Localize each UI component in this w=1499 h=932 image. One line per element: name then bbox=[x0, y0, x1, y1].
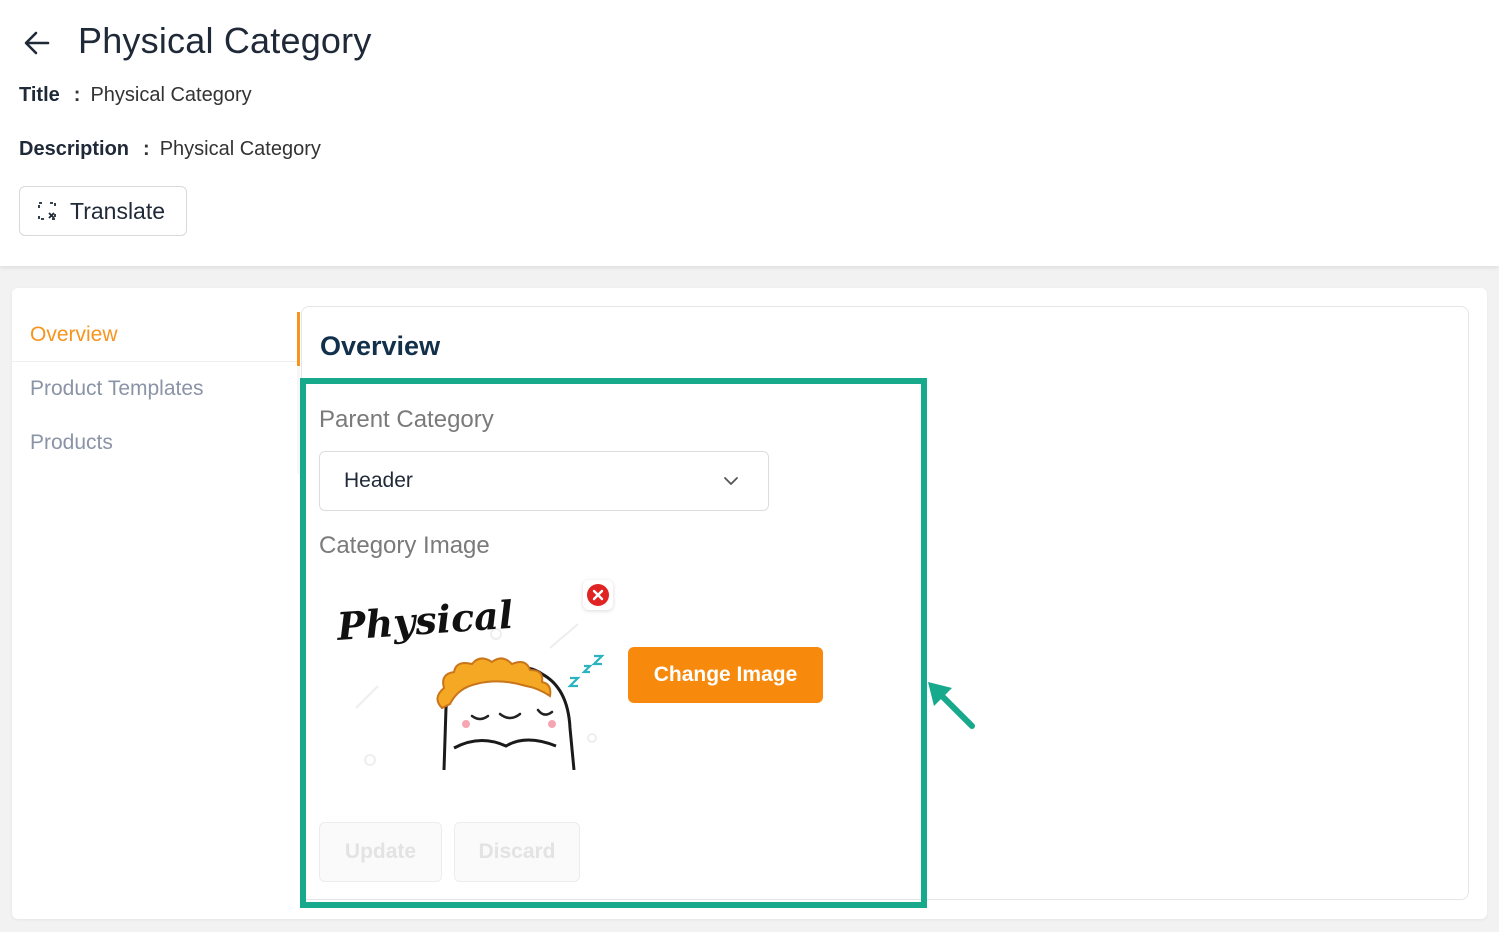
annotation-arrow-icon bbox=[928, 682, 975, 729]
nav-item-products[interactable]: Products bbox=[12, 416, 299, 470]
overview-title: Overview bbox=[320, 331, 441, 361]
description-label: Description bbox=[19, 138, 130, 160]
nav-item-product-templates[interactable]: Product Templates bbox=[12, 362, 299, 416]
title-separator: : bbox=[73, 84, 81, 106]
nav-active-indicator bbox=[297, 312, 300, 366]
translate-label: Translate bbox=[70, 197, 166, 224]
description-row: Description: Physical Category bbox=[19, 138, 321, 161]
nav-item-overview[interactable]: Overview bbox=[12, 308, 299, 362]
description-value: Physical Category bbox=[159, 138, 321, 160]
page-header: Physical Category Title: Physical Categor… bbox=[0, 0, 1499, 266]
arrow-left-icon bbox=[24, 31, 50, 55]
title-row: Title: Physical Category bbox=[19, 84, 252, 107]
translate-button[interactable]: Translate bbox=[19, 186, 187, 236]
title-value: Physical Category bbox=[90, 84, 252, 106]
translate-icon bbox=[38, 202, 56, 220]
title-label: Title bbox=[19, 84, 60, 106]
back-button[interactable] bbox=[20, 26, 54, 60]
description-separator: : bbox=[143, 138, 150, 160]
highlight-box bbox=[300, 378, 927, 908]
side-nav: Overview Product Templates Products bbox=[12, 308, 299, 470]
page-title: Physical Category bbox=[78, 20, 372, 61]
